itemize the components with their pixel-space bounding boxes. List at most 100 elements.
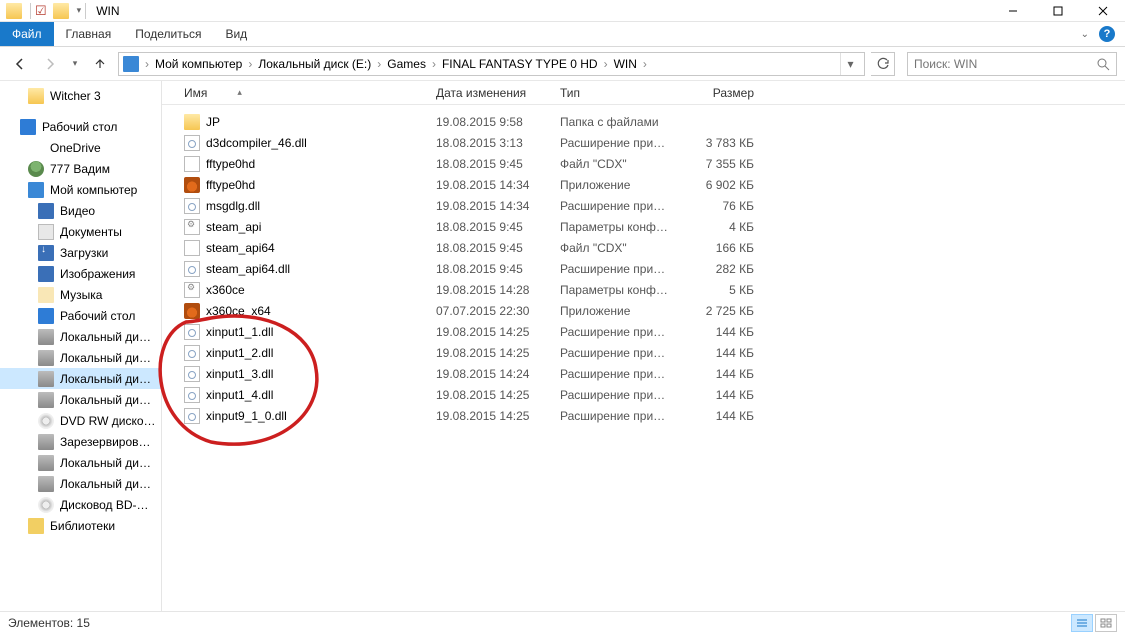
nav-tree-item[interactable]: Зарезервиров… (0, 431, 161, 452)
file-size: 2 725 КБ (672, 304, 762, 318)
breadcrumb-item[interactable]: Локальный диск (E:) (254, 57, 375, 71)
minimize-button[interactable] (990, 0, 1035, 22)
user-icon (28, 161, 44, 177)
close-button[interactable] (1080, 0, 1125, 22)
file-type: Расширение при… (552, 199, 672, 213)
file-row[interactable]: JP19.08.2015 9:58Папка с файлами (162, 111, 1125, 132)
nav-tree-item[interactable]: Документы (0, 221, 161, 242)
nav-tree-item[interactable]: Witcher 3 (0, 85, 161, 106)
file-row[interactable]: fftype0hd18.08.2015 9:45Файл "CDX"7 355 … (162, 153, 1125, 174)
file-row[interactable]: steam_api64.dll18.08.2015 9:45Расширение… (162, 258, 1125, 279)
file-type: Приложение (552, 304, 672, 318)
dll-icon (184, 366, 200, 382)
ribbon-collapse-icon[interactable]: ⌄ (1081, 29, 1089, 40)
nav-tree-item[interactable]: Рабочий стол (0, 116, 161, 137)
nav-tree-item[interactable]: Локальный ди… (0, 368, 161, 389)
file-name: x360ce (206, 283, 245, 297)
nav-tree-item[interactable]: Рабочий стол (0, 305, 161, 326)
file-row[interactable]: xinput1_1.dll19.08.2015 14:25Расширение … (162, 321, 1125, 342)
folder-icon (28, 88, 44, 104)
file-row[interactable]: x360ce19.08.2015 14:28Параметры конф…5 К… (162, 279, 1125, 300)
file-size: 144 КБ (672, 409, 762, 423)
music-icon (38, 287, 54, 303)
file-date: 19.08.2015 14:24 (428, 367, 552, 381)
icons-view-button[interactable] (1095, 614, 1117, 632)
search-icon[interactable] (1096, 57, 1110, 71)
search-input[interactable] (914, 57, 1096, 71)
refresh-button[interactable] (871, 52, 895, 76)
nav-tree-item[interactable]: Локальный ди… (0, 347, 161, 368)
file-type: Файл "CDX" (552, 157, 672, 171)
recent-dropdown[interactable]: ▾ (68, 52, 82, 76)
details-view-button[interactable] (1071, 614, 1093, 632)
nav-tree-item[interactable]: DVD RW диско… (0, 410, 161, 431)
breadcrumb-item[interactable]: Games (383, 57, 430, 71)
search-box[interactable] (907, 52, 1117, 76)
file-row[interactable]: xinput9_1_0.dll19.08.2015 14:25Расширени… (162, 405, 1125, 426)
file-name: msgdlg.dll (206, 199, 260, 213)
tab-view[interactable]: Вид (213, 22, 259, 46)
address-dropdown[interactable]: ▾ (840, 53, 860, 75)
qat-dropdown-icon[interactable]: ▾ (77, 5, 82, 16)
maximize-button[interactable] (1035, 0, 1080, 22)
qat-folder-icon[interactable] (53, 3, 69, 19)
drive-icon (38, 329, 54, 345)
back-button[interactable] (8, 52, 32, 76)
chevron-right-icon[interactable]: › (641, 57, 649, 71)
nav-tree-item[interactable]: OneDrive (0, 137, 161, 158)
file-row[interactable]: xinput1_3.dll19.08.2015 14:24Расширение … (162, 363, 1125, 384)
breadcrumb-item[interactable]: FINAL FANTASY TYPE 0 HD (438, 57, 602, 71)
chevron-right-icon[interactable]: › (430, 57, 438, 71)
help-icon[interactable]: ? (1099, 26, 1115, 42)
nav-tree-label: Документы (60, 225, 122, 239)
qat-check-icon[interactable]: ☑ (35, 3, 47, 19)
address-bar[interactable]: › Мой компьютер›Локальный диск (E:)›Game… (118, 52, 865, 76)
file-row[interactable]: steam_api18.08.2015 9:45Параметры конф…4… (162, 216, 1125, 237)
col-size[interactable]: Размер (672, 86, 762, 100)
file-date: 19.08.2015 14:28 (428, 283, 552, 297)
file-row[interactable]: msgdlg.dll 19.08.2015 14:34Расширение при… (162, 195, 1125, 216)
file-type: Расширение при… (552, 367, 672, 381)
title-bar: ☑ ▾ WIN (0, 0, 1125, 22)
nav-tree-item[interactable]: Музыка (0, 284, 161, 305)
chevron-right-icon[interactable]: › (602, 57, 610, 71)
nav-tree-item[interactable]: Локальный ди… (0, 389, 161, 410)
nav-tree-item[interactable]: Библиотеки (0, 515, 161, 536)
file-row[interactable]: d3dcompiler_46.dll18.08.2015 3:13Расшире… (162, 132, 1125, 153)
file-type: Приложение (552, 178, 672, 192)
file-row[interactable]: steam_api6418.08.2015 9:45Файл "CDX"166 … (162, 237, 1125, 258)
file-date: 19.08.2015 14:34 (428, 199, 552, 213)
file-list: Имя ▴ Дата изменения Тип Размер JP19.08.… (162, 81, 1125, 611)
dll-icon (184, 387, 200, 403)
nav-tree-item[interactable]: Загрузки (0, 242, 161, 263)
up-button[interactable] (88, 52, 112, 76)
nav-tree-item[interactable]: Дисковод BD-… (0, 494, 161, 515)
nav-tree-item[interactable]: Видео (0, 200, 161, 221)
nav-tree-item[interactable]: Изображения (0, 263, 161, 284)
forward-button[interactable] (38, 52, 62, 76)
tab-home[interactable]: Главная (54, 22, 124, 46)
file-size: 4 КБ (672, 220, 762, 234)
nav-tree-item[interactable]: Локальный ди… (0, 452, 161, 473)
breadcrumb-item[interactable]: Мой компьютер (151, 57, 246, 71)
nav-tree-item[interactable]: Мой компьютер (0, 179, 161, 200)
file-size: 6 902 КБ (672, 178, 762, 192)
ribbon-tabs: Файл Главная Поделиться Вид ⌄ ? (0, 22, 1125, 47)
nav-tree-item[interactable]: 777 Вадим (0, 158, 161, 179)
file-row[interactable]: xinput1_2.dll19.08.2015 14:25Расширение … (162, 342, 1125, 363)
file-row[interactable]: fftype0hd19.08.2015 14:34Приложение6 902… (162, 174, 1125, 195)
tab-share[interactable]: Поделиться (123, 22, 213, 46)
file-row[interactable]: x360ce_x6407.07.2015 22:30Приложение2 72… (162, 300, 1125, 321)
nav-tree-item[interactable]: Локальный ди… (0, 473, 161, 494)
nav-tree[interactable]: Witcher 3Рабочий столOneDrive777 ВадимМо… (0, 81, 162, 611)
col-date[interactable]: Дата изменения (428, 86, 552, 100)
folder-icon (184, 114, 200, 130)
nav-tree-label: DVD RW диско… (60, 414, 156, 428)
nav-tree-item[interactable]: Локальный ди… (0, 326, 161, 347)
chevron-right-icon[interactable]: › (143, 57, 151, 71)
file-row[interactable]: xinput1_4.dll19.08.2015 14:25Расширение … (162, 384, 1125, 405)
breadcrumb-item[interactable]: WIN (610, 57, 641, 71)
col-name[interactable]: Имя ▴ (176, 86, 428, 100)
col-type[interactable]: Тип (552, 86, 672, 100)
tab-file[interactable]: Файл (0, 22, 54, 46)
